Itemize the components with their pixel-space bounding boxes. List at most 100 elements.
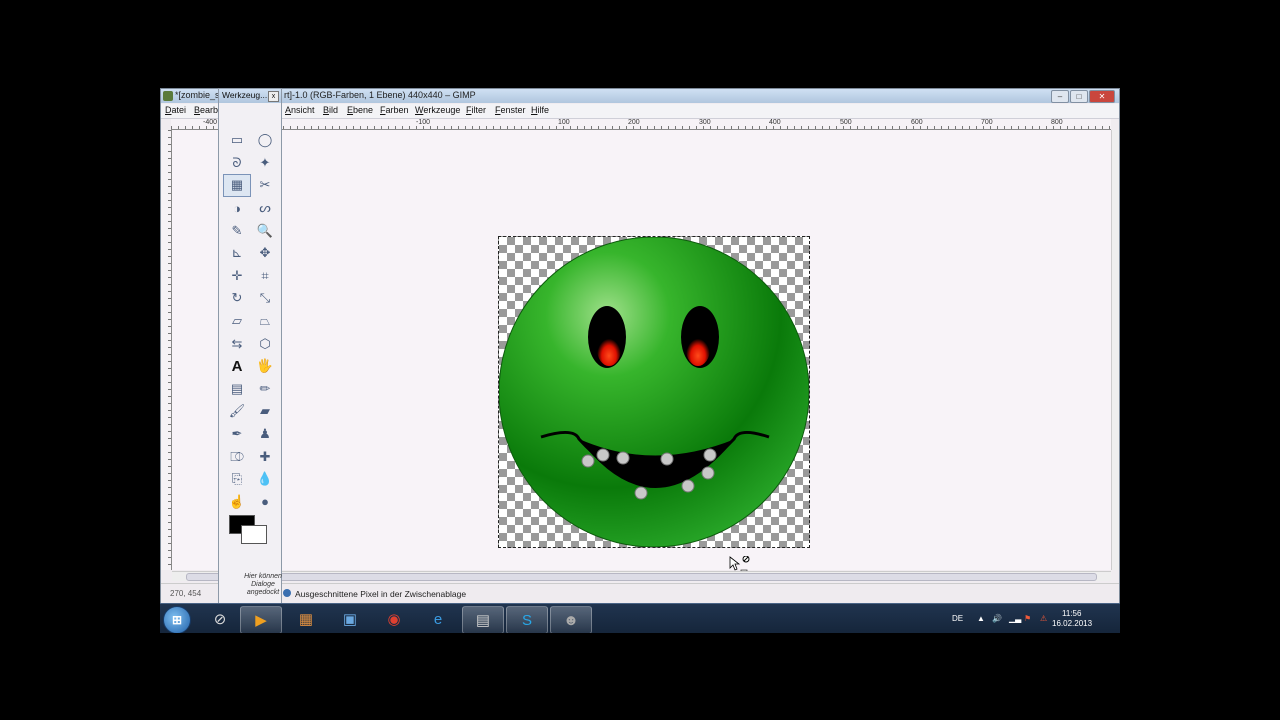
horizontal-scrollbar[interactable] bbox=[172, 571, 1111, 581]
scissors-icon[interactable]: ✂ bbox=[251, 174, 279, 197]
close-button[interactable]: ✕ bbox=[1089, 90, 1115, 103]
ruler-label: 800 bbox=[1051, 119, 1063, 126]
menu-fenster[interactable]: Fenster bbox=[495, 105, 526, 115]
horizontal-ruler[interactable]: -400 -100 100 200 300 400 500 600 700 80… bbox=[171, 119, 1111, 130]
taskbar-media-player-icon[interactable]: ▶ bbox=[240, 606, 282, 633]
heal-icon[interactable]: ✚ bbox=[251, 445, 279, 468]
background-color-swatch[interactable] bbox=[241, 525, 267, 544]
fg-bg-color-selector[interactable] bbox=[229, 515, 269, 545]
status-message: Ausgeschnittene Pixel in der Zwischenabl… bbox=[295, 589, 467, 599]
dock-hint-text: Hier können Dialoge angedockt bbox=[244, 573, 282, 596]
ruler-label: 500 bbox=[840, 119, 852, 126]
language-indicator[interactable]: DE bbox=[952, 614, 963, 623]
move-icon[interactable]: ✥ bbox=[251, 242, 279, 265]
ruler-label: 300 bbox=[699, 119, 711, 126]
pointer-coordinates: 270, 454 bbox=[170, 589, 202, 598]
minimize-button[interactable]: – bbox=[1051, 90, 1069, 103]
ruler-label: 700 bbox=[981, 119, 993, 126]
bucket-fill-icon[interactable]: 🖐 bbox=[251, 355, 279, 378]
taskbar-explorer-icon[interactable]: ▦ bbox=[286, 606, 326, 632]
airbrush-icon[interactable]: ✒ bbox=[223, 423, 251, 446]
blend-icon[interactable]: ▤ bbox=[223, 378, 251, 401]
paintbrush-icon[interactable]: 🖌 bbox=[223, 400, 251, 423]
vertical-ruler[interactable] bbox=[161, 130, 172, 570]
vertical-scrollbar[interactable] bbox=[1111, 130, 1119, 570]
taskbar-skype-icon[interactable]: S bbox=[506, 606, 548, 633]
window-title-left: *[zombie_s bbox=[175, 90, 220, 100]
network-signal-icon[interactable]: ▁▃ bbox=[1009, 614, 1021, 623]
zoom-icon[interactable]: 🔍 bbox=[251, 219, 279, 242]
desktop-screen: *[zombie_s rt]-1.0 (RGB-Farben, 1 Ebene)… bbox=[160, 88, 1120, 633]
tray-warning-icon[interactable]: ⚠ bbox=[1040, 614, 1047, 623]
window-titlebar[interactable]: *[zombie_s rt]-1.0 (RGB-Farben, 1 Ebene)… bbox=[161, 89, 1119, 103]
toolbox-title: Werkzeug... bbox=[222, 90, 268, 100]
clock-time[interactable]: 11:56 bbox=[1062, 609, 1081, 618]
flag-icon[interactable]: ⚑ bbox=[1024, 614, 1031, 623]
menu-farben[interactable]: Farben bbox=[380, 105, 409, 115]
perspective-clone-icon[interactable]: ⎘ bbox=[223, 468, 251, 491]
select-by-color-icon[interactable]: ▦ bbox=[223, 174, 251, 197]
info-icon bbox=[283, 589, 291, 597]
toolbox-window: Werkzeug... x ▭ ◯ ᘐ ✦ ▦ ✂ ◑ ᔕ ✎ 🔍 ⊾ ✥ ✛ ⌗ ↻ ⤡ ▱ ⏢ ⇆ ⬡ A 🖐 ▤ ✏ 🖌 ▰… bbox=[218, 88, 282, 605]
image-canvas[interactable] bbox=[172, 130, 1111, 576]
menu-ansicht[interactable]: Ansicht bbox=[285, 105, 315, 115]
scroll-thumb[interactable] bbox=[186, 573, 1097, 581]
blur-icon[interactable]: 💧 bbox=[251, 468, 279, 491]
rect-select-icon[interactable]: ▭ bbox=[223, 129, 251, 152]
menu-bild[interactable]: Bild bbox=[323, 105, 338, 115]
ruler-label: 100 bbox=[558, 119, 570, 126]
toolbox-close-icon[interactable]: x bbox=[268, 91, 279, 102]
menu-datei[interactable]: Datei bbox=[165, 105, 186, 115]
paths-icon[interactable]: ᔕ bbox=[251, 197, 279, 220]
flip-icon[interactable]: ⇆ bbox=[223, 332, 251, 355]
measure-icon[interactable]: ⊾ bbox=[223, 242, 251, 265]
taskbar-internet-explorer-icon[interactable]: e bbox=[418, 606, 458, 632]
taskbar-gimp-icon[interactable]: ☻ bbox=[550, 606, 592, 633]
maximize-button[interactable]: □ bbox=[1070, 90, 1088, 103]
taskbar-search-icon[interactable]: ⊘ bbox=[200, 606, 240, 632]
taskbar-network-icon[interactable]: ▣ bbox=[330, 606, 370, 632]
menu-filter[interactable]: Filter bbox=[466, 105, 486, 115]
tray-expand-icon[interactable]: ▲ bbox=[977, 614, 985, 623]
crop-icon[interactable]: ⌗ bbox=[251, 265, 279, 288]
menu-hilfe[interactable]: Hilfe bbox=[531, 105, 549, 115]
ruler-label: 400 bbox=[769, 119, 781, 126]
start-button[interactable]: ⊞ bbox=[163, 606, 191, 633]
taskbar-app-icon[interactable]: ▤ bbox=[462, 606, 504, 633]
smudge-icon[interactable]: ☝ bbox=[223, 491, 251, 514]
scale-icon[interactable]: ⤡ bbox=[251, 287, 279, 310]
fuzzy-select-icon[interactable]: ✦ bbox=[251, 152, 279, 175]
ruler-label: 600 bbox=[911, 119, 923, 126]
tool-grid: ▭ ◯ ᘐ ✦ ▦ ✂ ◑ ᔕ ✎ 🔍 ⊾ ✥ ✛ ⌗ ↻ ⤡ ▱ ⏢ ⇆ ⬡ A 🖐 ▤ ✏ 🖌 ▰ ✒ ♟ ⎄ ✚ ⎘ 💧 ☝ ● bbox=[223, 129, 279, 513]
image-layer[interactable] bbox=[498, 236, 810, 548]
windows-logo-icon: ⊞ bbox=[172, 613, 183, 627]
toolbox-titlebar[interactable]: Werkzeug... x bbox=[219, 89, 281, 103]
free-select-icon[interactable]: ᘐ bbox=[223, 152, 251, 175]
window-title-right: rt]-1.0 (RGB-Farben, 1 Ebene) 440x440 – … bbox=[284, 90, 476, 100]
clock-date[interactable]: 16.02.2013 bbox=[1052, 619, 1092, 628]
taskbar-chrome-icon[interactable]: ◉ bbox=[374, 606, 414, 632]
ink-icon[interactable]: ♟ bbox=[251, 423, 279, 446]
perspective-icon[interactable]: ⏢ bbox=[251, 310, 279, 333]
menu-werkzeuge[interactable]: Werkzeuge bbox=[415, 105, 460, 115]
align-icon[interactable]: ✛ bbox=[223, 265, 251, 288]
gimp-app-icon bbox=[163, 91, 173, 101]
pencil-icon[interactable]: ✏ bbox=[251, 378, 279, 401]
menubar: Datei Bearbe Ansicht Bild Ebene Farben W… bbox=[161, 104, 1119, 119]
ellipse-select-icon[interactable]: ◯ bbox=[251, 129, 279, 152]
menu-ebene[interactable]: Ebene bbox=[347, 105, 373, 115]
color-picker-icon[interactable]: ✎ bbox=[223, 219, 251, 242]
shear-icon[interactable]: ▱ bbox=[223, 310, 251, 333]
windows-taskbar: ⊞ ⊘ ▶ ▦ ▣ ◉ e ▤ S ☻ DE ▲ 🔊 ▁▃ ⚑ ⚠ 11:56 … bbox=[160, 603, 1120, 633]
zombie-smiley-image bbox=[499, 237, 809, 547]
ruler-label: -400 bbox=[203, 119, 218, 126]
eraser-icon[interactable]: ▰ bbox=[251, 400, 279, 423]
rotate-icon[interactable]: ↻ bbox=[223, 287, 251, 310]
dodge-burn-icon[interactable]: ● bbox=[251, 491, 279, 514]
volume-icon[interactable]: 🔊 bbox=[992, 614, 1002, 623]
gimp-image-window: *[zombie_s rt]-1.0 (RGB-Farben, 1 Ebene)… bbox=[160, 88, 1120, 605]
foreground-select-icon[interactable]: ◑ bbox=[223, 197, 251, 220]
cage-icon[interactable]: ⬡ bbox=[251, 332, 279, 355]
text-icon[interactable]: A bbox=[223, 355, 251, 378]
clone-icon[interactable]: ⎄ bbox=[223, 445, 251, 468]
